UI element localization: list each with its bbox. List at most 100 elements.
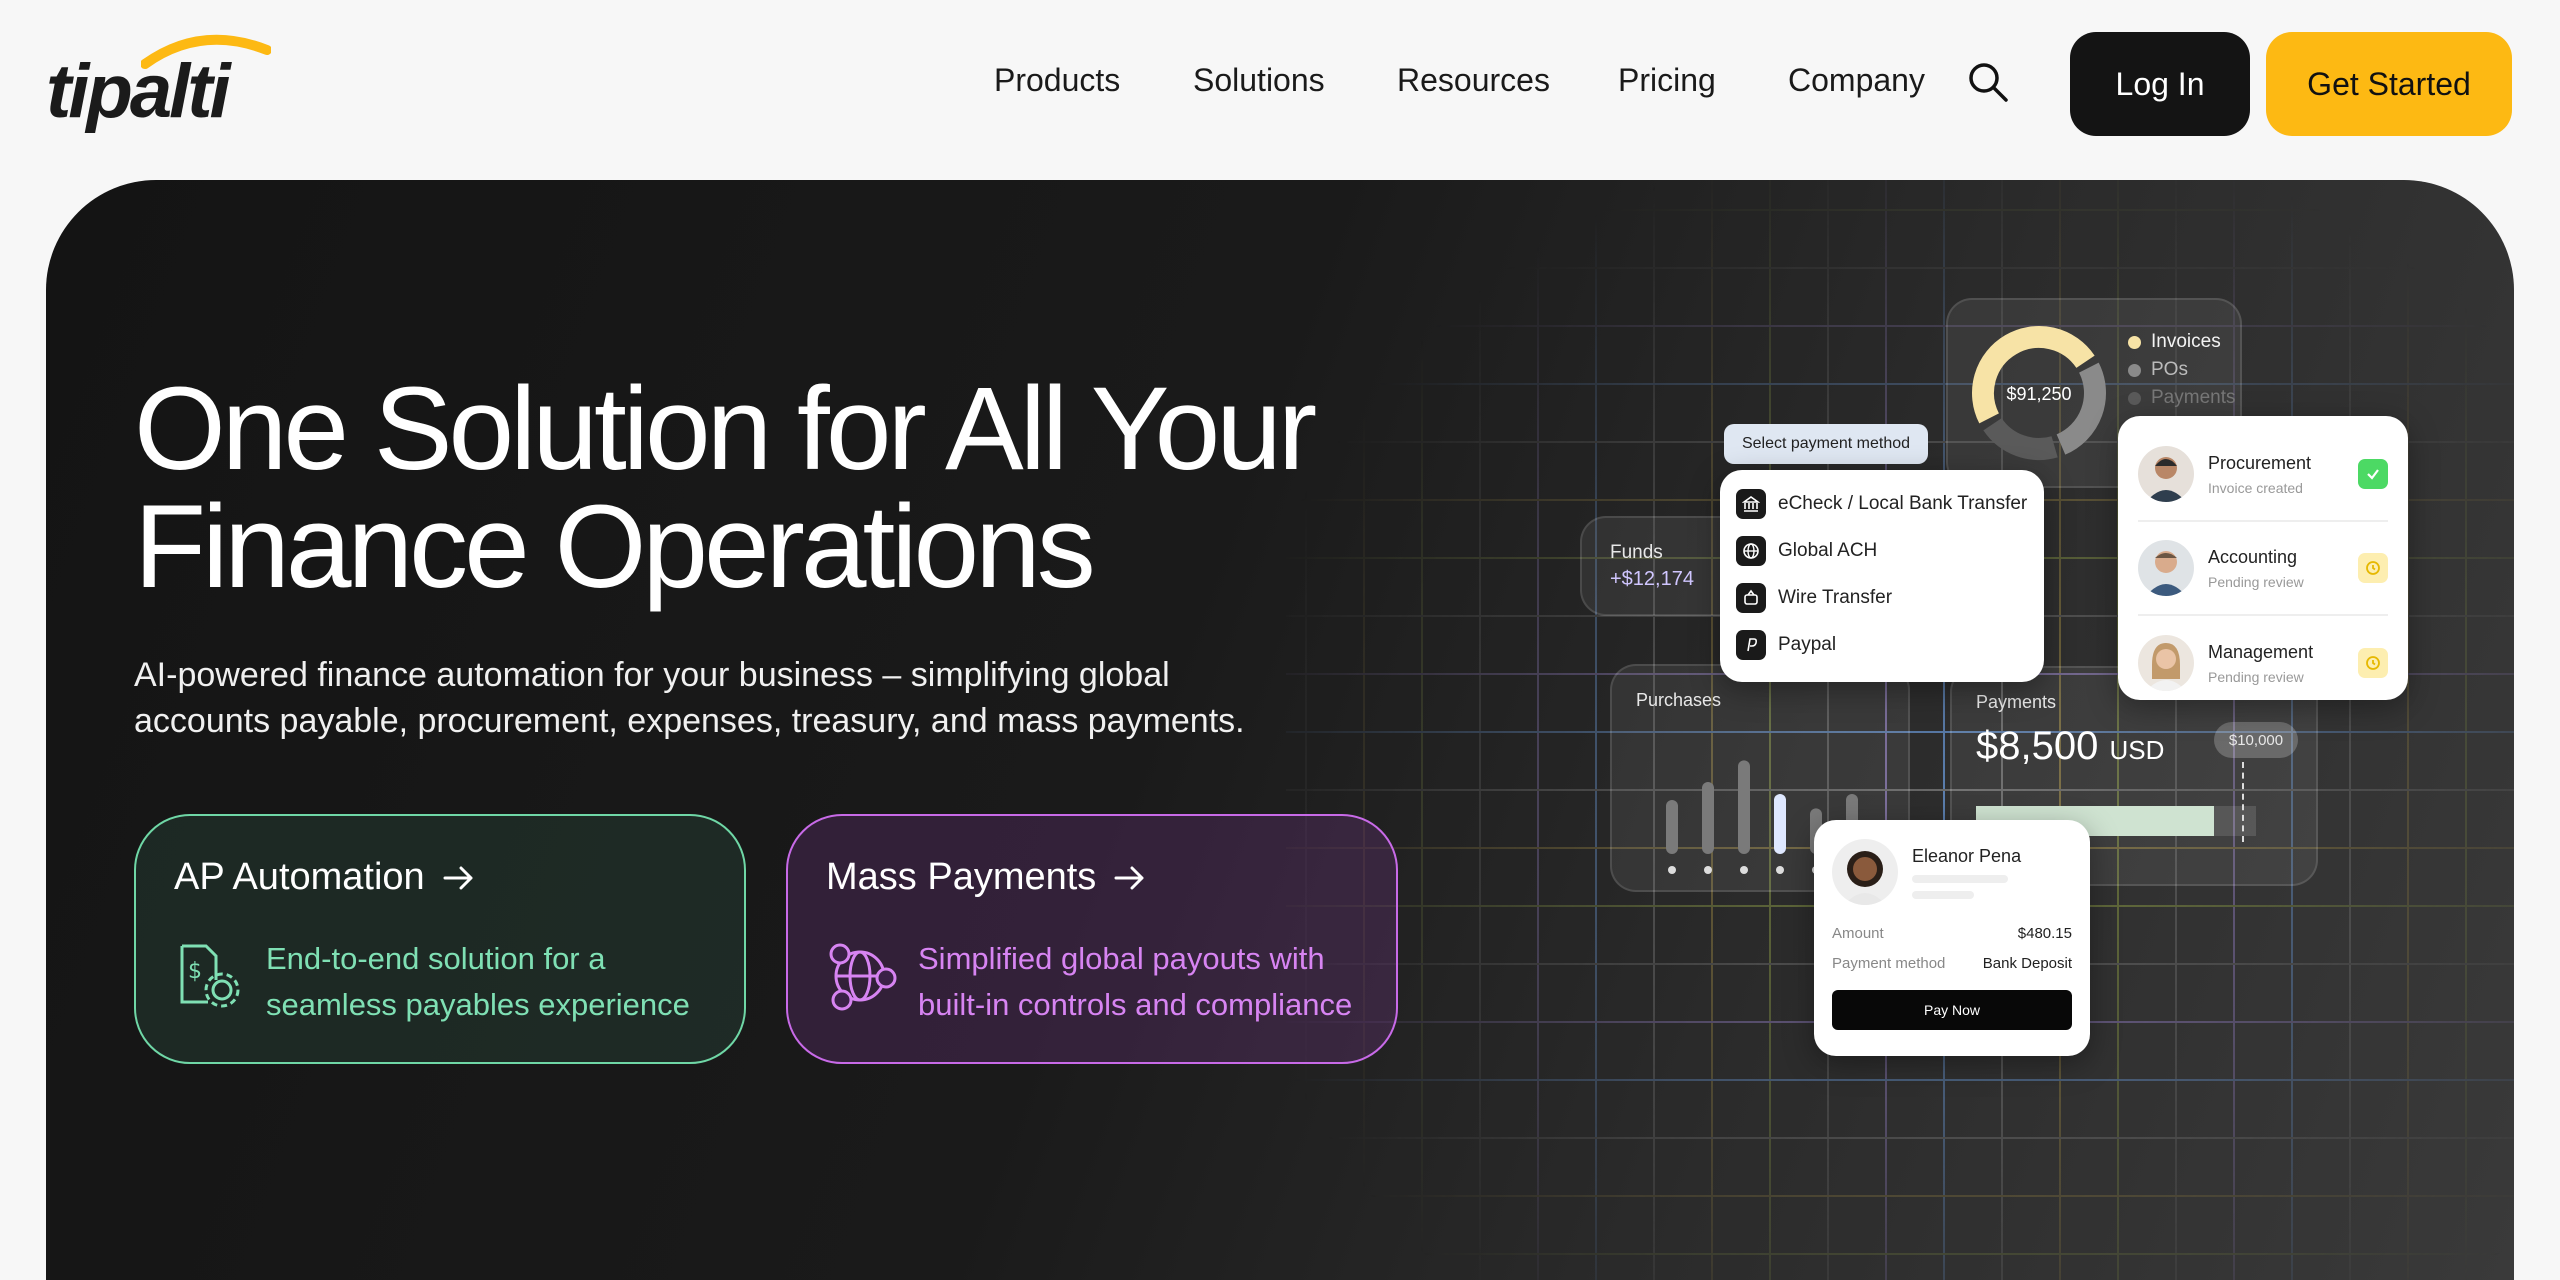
payment-option-global-ach[interactable]: Global ACH (1736, 527, 2028, 574)
approval-status: Pending review (2208, 668, 2304, 685)
arrow-right-icon (443, 866, 473, 889)
payee-amount-row: Amount $480.15 (1832, 918, 2072, 948)
hero-title: One Solution for All Your Finance Operat… (134, 370, 1454, 606)
nav-company[interactable]: Company (1788, 62, 1925, 99)
payee-card: Eleanor Pena Amount $480.15 Payment meth… (1814, 820, 2090, 1056)
ap-automation-card[interactable]: AP Automation $ End-to-end solution for … (134, 814, 746, 1064)
clock-icon (2358, 553, 2388, 583)
svg-text:$: $ (188, 959, 202, 984)
donut-segment-pos (2056, 362, 2106, 455)
payment-option-label: Paypal (1778, 633, 1837, 655)
payments-amount-value: $8,500 (1976, 724, 2099, 768)
get-started-button[interactable]: Get Started (2266, 32, 2512, 136)
login-button[interactable]: Log In (2070, 32, 2250, 136)
payments-limit-chip: $10,000 (2214, 722, 2298, 758)
skeleton-line (1912, 890, 1974, 899)
donut-segment-invoices (1972, 326, 2095, 424)
globe-icon (1736, 535, 1766, 566)
nav-solutions[interactable]: Solutions (1193, 62, 1325, 99)
global-currency-icon (829, 943, 897, 1011)
pay-now-button[interactable]: Pay Now (1832, 990, 2072, 1030)
payment-option-paypal[interactable]: Paypal (1736, 621, 2028, 668)
mass-payments-body: Simplified global payouts with built-in … (826, 936, 1352, 1028)
nav-resources[interactable]: Resources (1397, 62, 1550, 99)
payment-option-label: eCheck / Local Bank Transfer (1778, 492, 2028, 514)
approval-step-management: Management Pending review (2138, 616, 2388, 710)
approval-text: Accounting Pending review (2208, 547, 2304, 590)
purchase-bar-dot (1776, 866, 1784, 874)
payee-method-row: Payment method Bank Deposit (1832, 948, 2072, 978)
ap-automation-label: AP Automation (174, 856, 425, 898)
skeleton-line (1912, 874, 2008, 883)
hero-title-line-1: One Solution for All Your (134, 363, 1317, 495)
legend-label: POs (2151, 359, 2188, 380)
arrow-right-icon (1114, 866, 1144, 889)
mass-payments-title: Mass Payments (826, 856, 1358, 899)
top-navigation: tipalti Products Solutions Resources Pri… (0, 0, 2560, 170)
ap-automation-title: AP Automation (174, 856, 706, 899)
invoice-gear-icon: $ (180, 944, 240, 1008)
search-icon[interactable] (1966, 60, 2010, 104)
approval-text: Management Pending review (2208, 642, 2313, 685)
avatar (2138, 635, 2194, 691)
select-payment-method-pill: Select payment method (1724, 424, 1928, 464)
purchase-bar-dot (1740, 866, 1748, 874)
ap-automation-body: $ End-to-end solution for a seamless pay… (174, 936, 690, 1028)
purchase-bar (1738, 760, 1750, 854)
amount-label: Amount (1832, 924, 1884, 942)
logo-wordmark: tipalti (46, 49, 231, 134)
payment-method-label: Payment method (1832, 954, 1946, 972)
approval-status: Pending review (2208, 573, 2304, 590)
purchase-bar-dot (1668, 866, 1676, 874)
mp-desc-line-2: built-in controls and compliance (918, 987, 1353, 1022)
legend-item: Payments (2128, 384, 2235, 412)
hero-subtitle: AI-powered finance automation for your b… (134, 652, 1334, 744)
legend-dot (2128, 335, 2141, 349)
payment-option-wire-transfer[interactable]: Wire Transfer (1736, 574, 2028, 621)
avatar (2138, 540, 2194, 596)
legend-label: Payments (2151, 387, 2236, 408)
purchases-label: Purchases (1636, 690, 1722, 710)
payments-label: Payments (1976, 692, 2057, 712)
payee-name: Eleanor Pena (1912, 845, 2022, 866)
avatar (2138, 446, 2194, 502)
amount-value: $480.15 (2017, 924, 2072, 942)
nav-pricing[interactable]: Pricing (1618, 62, 1716, 99)
purchase-bar-dot (1704, 866, 1712, 874)
payments-currency: USD (2109, 735, 2165, 765)
donut-chart: $91,250 (1972, 326, 2106, 460)
purchase-bar (1702, 782, 1714, 854)
payments-limit-marker (2242, 762, 2244, 842)
payments-amount: $8,500 USD (1976, 724, 2164, 769)
approval-name: Procurement (2208, 452, 2312, 473)
approval-step-procurement: Procurement Invoice created (2138, 428, 2388, 522)
check-icon (2358, 459, 2388, 489)
mass-payments-label: Mass Payments (826, 856, 1097, 898)
mass-payments-card[interactable]: Mass Payments Simplified global payouts … (786, 814, 1398, 1064)
legend-item: Invoices (2128, 328, 2235, 356)
wire-icon (1736, 582, 1766, 613)
nav-products[interactable]: Products (994, 62, 1120, 99)
payment-option-echeck[interactable]: eCheck / Local Bank Transfer (1736, 480, 2028, 527)
approval-workflow-widget: Procurement Invoice created Accounting P… (2118, 416, 2408, 700)
payment-option-label: Global ACH (1778, 539, 1878, 561)
hero-subtitle-line-1: AI-powered finance automation for your b… (134, 656, 1170, 694)
donut-legend: Invoices POs Payments (2128, 328, 2235, 412)
payment-method-list: eCheck / Local Bank Transfer Global ACH … (1720, 470, 2044, 682)
tipalti-logo[interactable]: tipalti (46, 30, 271, 134)
legend-dot (2128, 391, 2141, 405)
avatar (1832, 839, 1898, 905)
legend-item: POs (2128, 356, 2235, 384)
payment-option-label: Wire Transfer (1778, 586, 1893, 608)
bank-icon (1736, 488, 1766, 519)
payment-method-value: Bank Deposit (1982, 954, 2072, 972)
ap-automation-description: End-to-end solution for a seamless payab… (266, 936, 690, 1028)
approval-step-accounting: Accounting Pending review (2138, 522, 2388, 616)
purchase-bar (1774, 794, 1786, 854)
payee-info: Eleanor Pena (1912, 846, 2072, 899)
funds-value: +$12,174 (1610, 568, 1694, 590)
donut-center-value: $91,250 (2006, 384, 2071, 404)
funds-label: Funds (1610, 542, 1663, 563)
ap-desc-line-1: End-to-end solution for a (266, 941, 606, 976)
legend-label: Invoices (2151, 331, 2221, 352)
